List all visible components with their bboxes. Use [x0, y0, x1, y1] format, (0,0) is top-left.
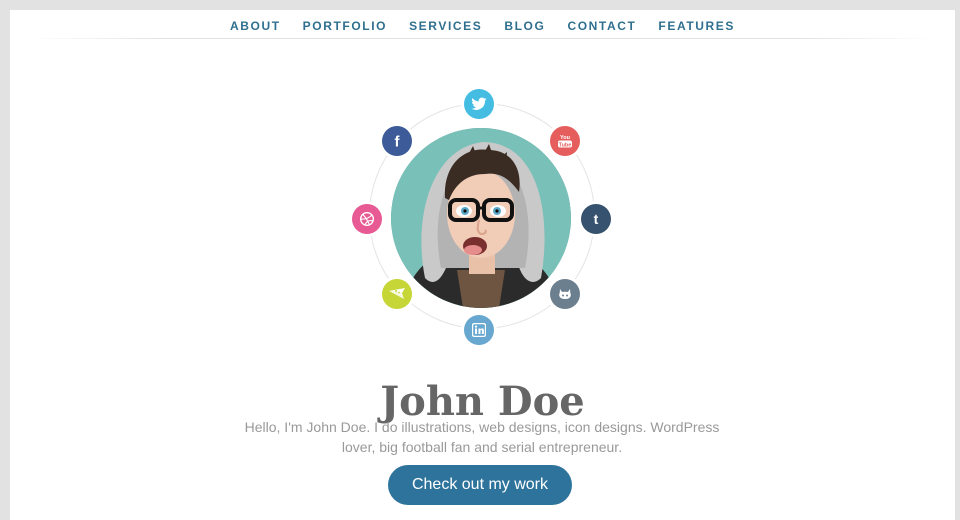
nav-features[interactable]: FEATURES	[658, 19, 735, 33]
nav-blog[interactable]: BLOG	[504, 19, 545, 33]
nav-contact[interactable]: CONTACT	[567, 19, 636, 33]
svg-text:Tube: Tube	[559, 142, 572, 148]
svg-text:t: t	[594, 211, 599, 227]
tumblr-icon: t	[594, 211, 599, 227]
check-out-work-button[interactable]: Check out my work	[388, 465, 572, 505]
facebook-icon: f	[395, 134, 401, 150]
twitter-icon	[471, 97, 487, 110]
dribbble-icon	[359, 211, 375, 227]
svg-text:You: You	[560, 135, 570, 141]
nav-portfolio[interactable]: PORTFOLIO	[303, 19, 387, 33]
tumblr-button[interactable]: t	[581, 204, 611, 234]
twitter-button[interactable]	[464, 89, 494, 119]
facebook-button[interactable]: f	[382, 126, 412, 156]
top-nav: ABOUT PORTFOLIO SERVICES BLOG CONTACT FE…	[10, 10, 955, 39]
pizza-button[interactable]	[382, 279, 412, 309]
profile-avatar	[391, 128, 571, 308]
linkedin-icon	[472, 323, 486, 337]
youtube-icon: You Tube	[558, 135, 572, 148]
youtube-button[interactable]: You Tube	[550, 126, 580, 156]
nav-divider	[30, 38, 935, 39]
nav-about[interactable]: ABOUT	[230, 19, 281, 33]
illustrated-portrait-avatar-icon	[391, 128, 571, 308]
page-container: ABOUT PORTFOLIO SERVICES BLOG CONTACT FE…	[10, 10, 955, 520]
profile-bio: Hello, I'm John Doe. I do illustrations,…	[244, 419, 720, 455]
dribbble-button[interactable]	[352, 204, 382, 234]
linkedin-button[interactable]	[464, 315, 494, 345]
pizza-icon	[389, 288, 405, 299]
github-button[interactable]	[550, 279, 580, 309]
nav-services[interactable]: SERVICES	[409, 19, 482, 33]
github-icon	[559, 289, 571, 299]
svg-text:f: f	[395, 134, 401, 150]
